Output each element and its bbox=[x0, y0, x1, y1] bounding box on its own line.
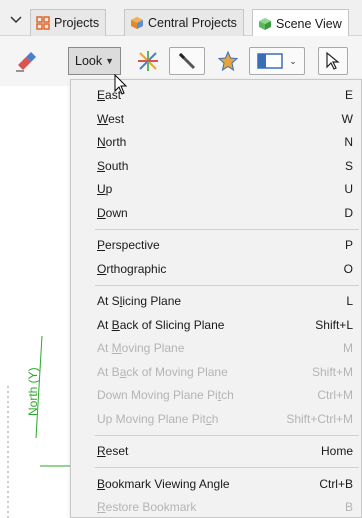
menu-item-shortcut: L bbox=[346, 294, 353, 308]
tab-central-projects[interactable]: Central Projects bbox=[124, 9, 244, 36]
menu-item-label: Orthographic bbox=[97, 261, 167, 276]
menu-item-shortcut: E bbox=[344, 88, 353, 102]
menu-item-label: Down bbox=[97, 205, 128, 220]
menu-item-shortcut: Shift+M bbox=[311, 364, 353, 379]
menu-item-shortcut: Ctrl+B bbox=[319, 476, 353, 491]
menu-item-at-slicing-plane[interactable]: At Slicing Plane L bbox=[71, 290, 361, 312]
axes-button[interactable] bbox=[133, 47, 163, 75]
eraser-button[interactable] bbox=[12, 47, 40, 75]
menu-item-shortcut: B bbox=[344, 500, 353, 514]
scene-cube-icon bbox=[259, 17, 271, 30]
menu-separator bbox=[95, 284, 359, 286]
menu-item-label: Perspective bbox=[97, 238, 160, 252]
menu-item-west[interactable]: West W bbox=[71, 108, 361, 130]
tab-list-dropdown[interactable] bbox=[6, 10, 26, 30]
menu-item-label: At Back of Slicing Plane bbox=[97, 317, 225, 332]
menu-item-label: Up Moving Plane Pitch bbox=[97, 411, 219, 426]
chevron-down-icon bbox=[10, 16, 22, 24]
menu-item-label: West bbox=[97, 111, 125, 126]
menu-item-label: At Slicing Plane bbox=[97, 294, 182, 308]
north-axis-line bbox=[7, 335, 70, 518]
menu-item-label: South bbox=[97, 158, 129, 173]
star-icon bbox=[217, 50, 239, 72]
menu-item-shortcut: D bbox=[344, 205, 353, 220]
menu-item-label: Restore Bookmark bbox=[97, 500, 197, 514]
menu-item-shortcut: Shift+Ctrl+M bbox=[286, 411, 353, 426]
look-label: Look bbox=[75, 54, 103, 68]
menu-item-down-moving-plane-pitch[interactable]: Down Moving Plane Pitch Ctrl+M bbox=[71, 384, 361, 406]
menu-item-orthographic[interactable]: Orthographic O bbox=[71, 258, 361, 280]
tab-strip: Projects Central Projects Scene View bbox=[0, 0, 362, 37]
menu-item-bookmark-viewing-angle[interactable]: Bookmark Viewing Angle Ctrl+B bbox=[71, 473, 361, 495]
tab-projects[interactable]: Projects bbox=[30, 9, 107, 36]
menu-item-perspective[interactable]: Perspective P bbox=[71, 234, 361, 256]
menu-item-at-back-of-moving-plane[interactable]: At Back of Moving Plane Shift+M bbox=[71, 361, 361, 383]
menu-item-shortcut: Shift+L bbox=[315, 317, 353, 332]
menu-item-shortcut: S bbox=[344, 158, 353, 173]
menu-item-reset[interactable]: Reset Home bbox=[71, 440, 361, 462]
menu-item-shortcut: M bbox=[343, 341, 353, 355]
split-view-icon bbox=[257, 53, 283, 69]
menu-item-shortcut: U bbox=[344, 182, 353, 196]
tab-label: Scene View bbox=[276, 16, 342, 31]
menu-item-north[interactable]: North N bbox=[71, 131, 361, 153]
menu-item-label: Up bbox=[97, 182, 113, 196]
chevron-down-icon: ▼ bbox=[105, 56, 115, 66]
menu-item-up-moving-plane-pitch[interactable]: Up Moving Plane Pitch Shift+Ctrl+M bbox=[71, 408, 361, 430]
menu-item-label: Bookmark Viewing Angle bbox=[97, 476, 230, 491]
menu-item-at-back-of-slicing-plane[interactable]: At Back of Slicing Plane Shift+L bbox=[71, 314, 361, 336]
tab-scene-view[interactable]: Scene View bbox=[252, 9, 349, 37]
central-projects-icon bbox=[131, 17, 143, 29]
pencil-button[interactable] bbox=[169, 47, 205, 75]
star-button[interactable] bbox=[214, 47, 242, 75]
axes-icon bbox=[138, 51, 158, 71]
menu-item-up[interactable]: Up U bbox=[71, 178, 361, 200]
look-dropdown-button[interactable]: Look ▼ bbox=[68, 47, 122, 75]
menu-item-label: At Moving Plane bbox=[97, 341, 185, 355]
menu-item-label: North bbox=[97, 135, 127, 149]
menu-item-label: At Back of Moving Plane bbox=[97, 364, 228, 379]
menu-separator bbox=[95, 228, 359, 230]
pointer-icon bbox=[326, 51, 340, 70]
chevron-down-icon: ⌄ bbox=[289, 55, 297, 66]
look-menu: East E West W North N South S Up U Down D Perspectiv… bbox=[70, 79, 362, 518]
pencil-icon bbox=[178, 52, 196, 70]
menu-separator bbox=[95, 434, 359, 436]
eraser-icon bbox=[16, 52, 36, 72]
menu-item-shortcut: Home bbox=[320, 444, 353, 458]
menu-item-south[interactable]: South S bbox=[71, 155, 361, 177]
menu-item-shortcut: O bbox=[343, 261, 353, 276]
split-view-dropdown[interactable]: ⌄ bbox=[249, 47, 305, 75]
menu-item-shortcut: Ctrl+M bbox=[317, 388, 353, 402]
menu-separator bbox=[95, 467, 359, 468]
tab-label: Central Projects bbox=[148, 16, 237, 30]
tab-label: Projects bbox=[54, 16, 100, 30]
menu-item-shortcut: W bbox=[341, 111, 353, 126]
menu-item-at-moving-plane[interactable]: At Moving Plane M bbox=[71, 337, 361, 359]
menu-item-shortcut: N bbox=[344, 135, 353, 149]
mouse-cursor-icon bbox=[114, 74, 128, 95]
menu-item-restore-bookmark[interactable]: Restore Bookmark B bbox=[71, 496, 361, 518]
menu-item-label: Reset bbox=[97, 444, 129, 458]
menu-item-label: Down Moving Plane Pitch bbox=[97, 388, 234, 402]
projects-grid-icon bbox=[36, 16, 50, 30]
north-axis-label: North (Y) bbox=[26, 367, 40, 416]
pointer-button[interactable] bbox=[318, 47, 348, 75]
menu-item-down[interactable]: Down D bbox=[71, 202, 361, 224]
menu-item-shortcut: P bbox=[344, 238, 353, 252]
